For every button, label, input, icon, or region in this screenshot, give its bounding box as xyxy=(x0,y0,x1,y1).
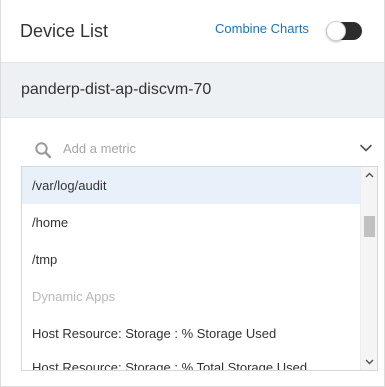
list-item-label: Host Resource: Storage : % Total Storage… xyxy=(32,360,308,371)
list-scrollbar[interactable] xyxy=(360,167,377,370)
chevron-down-icon[interactable] xyxy=(358,140,374,156)
toggle-knob[interactable] xyxy=(326,21,346,41)
list-item[interactable]: /home xyxy=(22,204,360,241)
panel-title: Device List xyxy=(20,20,109,41)
metric-search-input[interactable] xyxy=(63,136,353,160)
device-row[interactable]: panderp-dist-ap-discvm-70 xyxy=(1,62,384,118)
list-item[interactable]: /var/log/audit xyxy=(22,167,360,204)
list-item[interactable]: Host Resource: Storage : % Storage Used xyxy=(22,315,360,352)
list-item-label: /tmp xyxy=(32,252,58,267)
list-item-label: /var/log/audit xyxy=(32,178,107,193)
scrollbar-thumb[interactable] xyxy=(364,216,375,237)
list-group-label: Dynamic Apps xyxy=(32,289,116,304)
list-item[interactable]: Host Resource: Storage : % Total Storage… xyxy=(22,352,360,371)
metric-dropdown-list[interactable]: /var/log/audit /home /tmp Dynamic Apps H… xyxy=(21,166,378,371)
metric-selector[interactable] xyxy=(21,132,378,164)
combine-charts-toggle[interactable] xyxy=(326,21,362,41)
list-item[interactable]: /tmp xyxy=(22,241,360,278)
search-icon xyxy=(35,142,52,159)
scroll-up-arrow-icon[interactable] xyxy=(361,167,378,184)
list-item-label: /home xyxy=(32,215,69,230)
scroll-down-arrow-icon[interactable] xyxy=(361,353,378,370)
list-group-header: Dynamic Apps xyxy=(22,278,360,315)
device-name: panderp-dist-ap-discvm-70 xyxy=(21,81,212,98)
device-list-panel: Device List Combine Charts panderp-dist-… xyxy=(0,0,385,387)
combine-charts-label[interactable]: Combine Charts xyxy=(215,21,309,36)
list-item-label: Host Resource: Storage : % Storage Used xyxy=(32,326,277,341)
